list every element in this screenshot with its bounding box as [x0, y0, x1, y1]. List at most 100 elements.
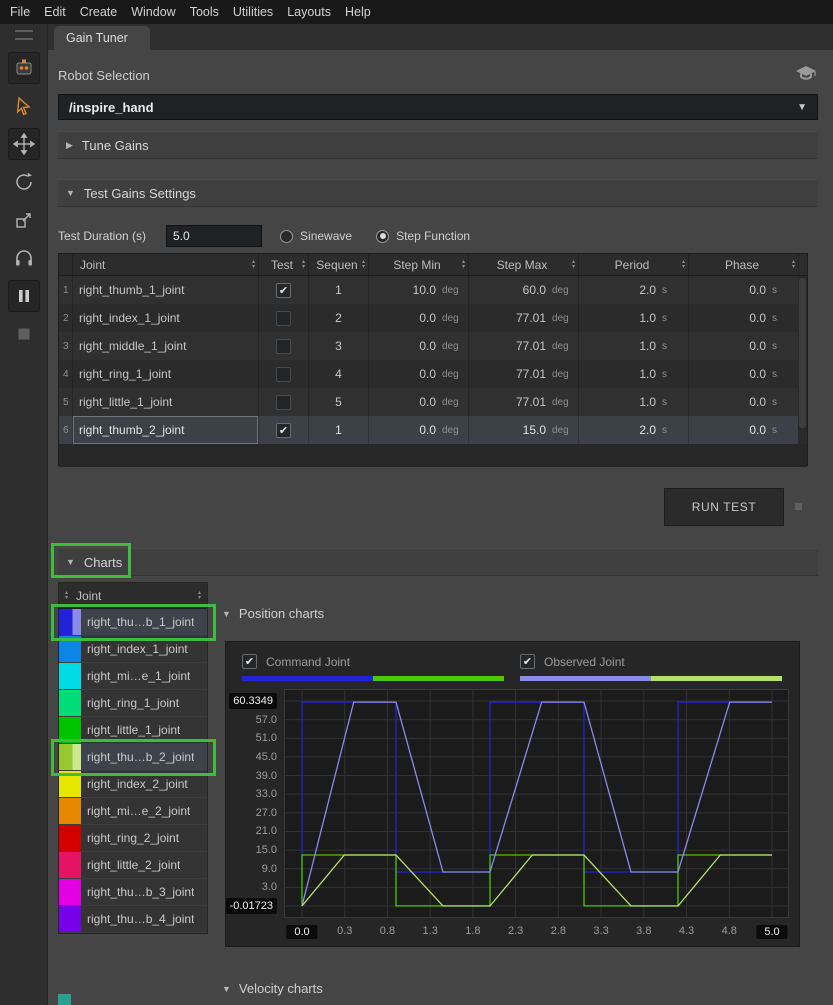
sequence-cell[interactable]: 5	[309, 388, 369, 416]
test-checkbox[interactable]: ✔	[276, 282, 291, 298]
rotate-tool-icon[interactable]	[8, 166, 40, 198]
sort-arrows-icon[interactable]: ▴ ▾	[462, 259, 465, 270]
sort-arrows-icon[interactable]: ▴ ▾	[572, 259, 575, 270]
sort-arrows-icon[interactable]: ▴ ▾	[792, 259, 795, 270]
test-checkbox[interactable]	[276, 338, 291, 354]
sequence-cell[interactable]: 1	[309, 276, 369, 304]
sort-arrows-icon[interactable]: ▴ ▾	[198, 590, 201, 601]
audio-tool-icon[interactable]	[8, 242, 40, 274]
chart-joint-row[interactable]: right_ring_2_joint	[59, 825, 207, 852]
column-header-phase[interactable]: Phase ▴ ▾	[689, 254, 799, 275]
sequence-cell[interactable]: 3	[309, 332, 369, 360]
run-test-button[interactable]: RUN TEST	[664, 488, 784, 526]
menu-utilities[interactable]: Utilities	[233, 5, 273, 19]
step-max-cell[interactable]: 60.0 deg	[469, 276, 579, 304]
table-row[interactable]: 3 right_middle_1_joint 3 0.0 deg 77.01 deg 1.0 s…	[59, 332, 807, 360]
step-min-cell[interactable]: 0.0 deg	[369, 332, 469, 360]
period-cell[interactable]: 2.0 s	[579, 276, 689, 304]
menu-file[interactable]: File	[10, 5, 30, 19]
chart-joint-row[interactable]: right_ring_1_joint	[59, 690, 207, 717]
step-min-cell[interactable]: 0.0 deg	[369, 360, 469, 388]
sequence-cell[interactable]: 2	[309, 304, 369, 332]
graduation-cap-icon[interactable]	[794, 64, 818, 87]
chart-joint-row[interactable]: right_little_1_joint	[59, 717, 207, 744]
column-header-joint[interactable]: Joint ▴ ▾	[73, 254, 259, 275]
test-checkbox[interactable]	[276, 310, 291, 326]
step-min-cell[interactable]: 10.0 deg	[369, 276, 469, 304]
scale-tool-icon[interactable]	[8, 204, 40, 236]
chart-joint-row[interactable]: right_thu…b_4_joint	[59, 906, 207, 933]
robot-tool-icon[interactable]	[7, 52, 40, 84]
column-header-step-max[interactable]: Step Max ▴ ▾	[469, 254, 579, 275]
step-max-cell[interactable]: 77.01 deg	[469, 304, 579, 332]
table-row[interactable]: 6 right_thumb_2_joint ✔ 1 0.0 deg 15.0 deg 2.0 s 0…	[59, 416, 807, 444]
robot-selector-dropdown[interactable]: /inspire_hand ▼	[58, 94, 818, 120]
chart-joint-row[interactable]: right_mi…e_1_joint	[59, 663, 207, 690]
table-row[interactable]: 1 right_thumb_1_joint ✔ 1 10.0 deg 60.0 deg 2.0 s…	[59, 276, 807, 304]
section-test-gains-settings[interactable]: ▼ Test Gains Settings	[58, 179, 818, 207]
menu-create[interactable]: Create	[80, 5, 118, 19]
step-min-cell[interactable]: 0.0 deg	[369, 304, 469, 332]
pause-tool-icon[interactable]	[7, 280, 40, 312]
sort-arrows-icon[interactable]: ▴ ▾	[362, 259, 365, 270]
chart-joint-row[interactable]: right_thu…b_3_joint	[59, 879, 207, 906]
menu-edit[interactable]: Edit	[44, 5, 66, 19]
column-header-period[interactable]: Period ▴ ▾	[579, 254, 689, 275]
table-row[interactable]: 2 right_index_1_joint 2 0.0 deg 77.01 deg 1.0 s 0…	[59, 304, 807, 332]
table-row[interactable]: 5 right_little_1_joint 5 0.0 deg 77.01 deg 1.0 s…	[59, 388, 807, 416]
step-max-cell[interactable]: 77.01 deg	[469, 360, 579, 388]
section-velocity-charts[interactable]: ▼ Velocity charts	[222, 981, 323, 996]
chart-joint-row[interactable]: right_little_2_joint	[59, 852, 207, 879]
step-max-cell[interactable]: 77.01 deg	[469, 332, 579, 360]
chart-joint-row[interactable]: right_mi…e_2_joint	[59, 798, 207, 825]
menu-layouts[interactable]: Layouts	[287, 5, 331, 19]
phase-cell[interactable]: 0.0 s	[689, 416, 799, 444]
phase-cell[interactable]: 0.0 s	[689, 388, 799, 416]
test-checkbox[interactable]	[276, 394, 291, 410]
menu-help[interactable]: Help	[345, 5, 371, 19]
step-min-cell[interactable]: 0.0 deg	[369, 416, 469, 444]
section-tune-gains[interactable]: ▶ Tune Gains	[58, 131, 818, 159]
radio-circle-icon[interactable]	[376, 229, 390, 243]
column-header-test[interactable]: Test ▴ ▾	[259, 254, 309, 275]
select-cursor-icon[interactable]	[8, 90, 40, 122]
sort-arrows-icon[interactable]: ▴ ▾	[252, 259, 255, 270]
period-cell[interactable]: 1.0 s	[579, 304, 689, 332]
step-min-cell[interactable]: 0.0 deg	[369, 388, 469, 416]
menu-window[interactable]: Window	[131, 5, 175, 19]
section-charts[interactable]: ▼ Charts	[58, 548, 818, 576]
table-scrollbar[interactable]	[798, 276, 807, 444]
period-cell[interactable]: 1.0 s	[579, 360, 689, 388]
period-cell[interactable]: 1.0 s	[579, 332, 689, 360]
period-cell[interactable]: 2.0 s	[579, 416, 689, 444]
phase-cell[interactable]: 0.0 s	[689, 360, 799, 388]
menu-handle-icon[interactable]	[14, 30, 33, 40]
sort-arrows-icon[interactable]: ▴ ▾	[302, 259, 305, 270]
scrollbar-thumb[interactable]	[799, 278, 806, 428]
sort-arrows-icon[interactable]: ▴ ▾	[65, 590, 68, 601]
chart-joint-row[interactable]: right_index_1_joint	[59, 636, 207, 663]
joint-list-header[interactable]: ▴ ▾ Joint ▴ ▾	[59, 583, 207, 609]
tab-gain-tuner[interactable]: Gain Tuner	[54, 26, 150, 50]
section-position-charts[interactable]: ▼ Position charts	[222, 606, 324, 621]
test-checkbox[interactable]	[276, 366, 291, 382]
sequence-cell[interactable]: 1	[309, 416, 369, 444]
radio-step-function[interactable]: Step Function	[376, 229, 470, 243]
test-duration-input[interactable]	[166, 225, 263, 247]
step-max-cell[interactable]: 15.0 deg	[469, 416, 579, 444]
chart-joint-row[interactable]: right_thu…b_2_joint	[59, 744, 207, 771]
chart-joint-row[interactable]: right_thu…b_1_joint	[59, 609, 207, 636]
sort-arrows-icon[interactable]: ▴ ▾	[682, 259, 685, 270]
phase-cell[interactable]: 0.0 s	[689, 332, 799, 360]
step-max-cell[interactable]: 77.01 deg	[469, 388, 579, 416]
menu-tools[interactable]: Tools	[190, 5, 219, 19]
radio-circle-icon[interactable]	[280, 229, 294, 243]
sequence-cell[interactable]: 4	[309, 360, 369, 388]
test-checkbox[interactable]: ✔	[276, 422, 291, 438]
move-tool-icon[interactable]	[7, 128, 40, 160]
stop-tool-icon[interactable]	[8, 318, 40, 350]
phase-cell[interactable]: 0.0 s	[689, 276, 799, 304]
table-row[interactable]: 4 right_ring_1_joint 4 0.0 deg 77.01 deg 1.0 s 0.…	[59, 360, 807, 388]
phase-cell[interactable]: 0.0 s	[689, 304, 799, 332]
column-header-sequen[interactable]: Sequen ▴ ▾	[309, 254, 369, 275]
